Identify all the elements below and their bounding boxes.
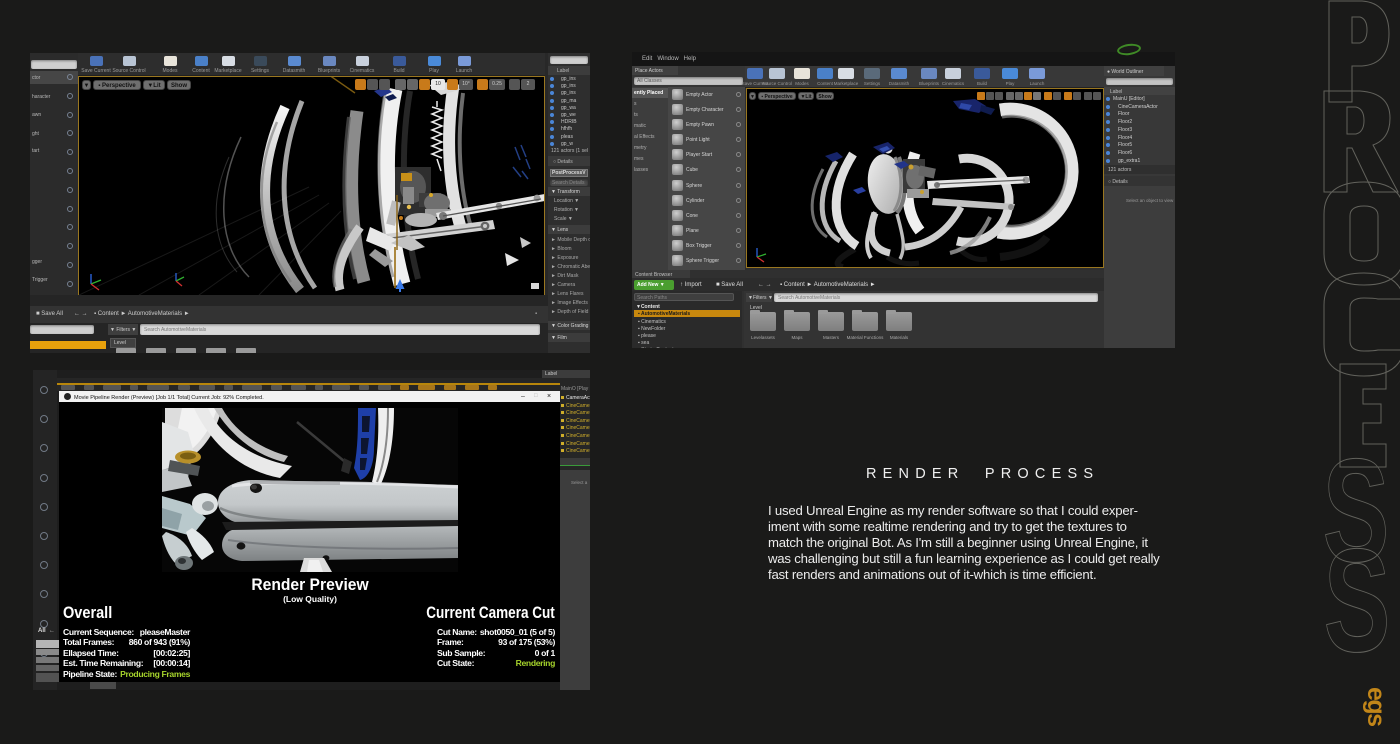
svg-text:S: S (1324, 518, 1391, 683)
